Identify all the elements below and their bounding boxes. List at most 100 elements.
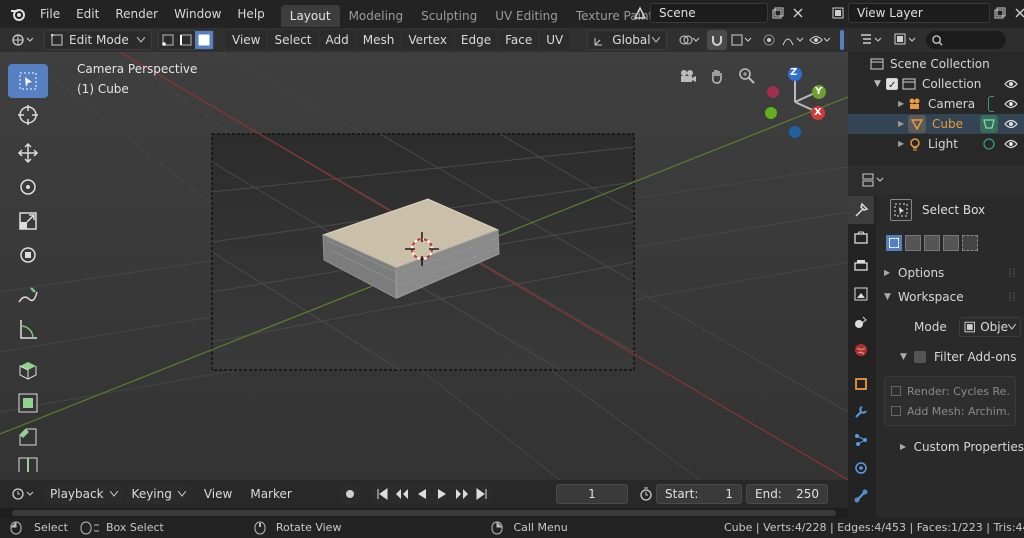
- move-tool[interactable]: [8, 136, 48, 170]
- camera-data-icon[interactable]: [988, 96, 994, 112]
- eye-icon[interactable]: [1004, 99, 1018, 109]
- neg-z-axis-handle[interactable]: [789, 126, 801, 138]
- remove-view-layer-icon[interactable]: [1010, 3, 1024, 23]
- tab-render[interactable]: [848, 224, 874, 252]
- tab-world[interactable]: [848, 336, 874, 364]
- tab-physics[interactable]: [848, 454, 874, 482]
- timeline-view-menu[interactable]: View: [198, 484, 238, 504]
- neg-x-axis-handle[interactable]: [767, 86, 779, 98]
- view-layer-field[interactable]: View Layer: [848, 3, 990, 23]
- properties-editor-icon[interactable]: [858, 170, 888, 190]
- keying-menu[interactable]: Keying: [125, 484, 192, 504]
- stopwatch-icon[interactable]: [636, 484, 656, 504]
- new-scene-icon[interactable]: [768, 3, 788, 23]
- pan-hand-icon[interactable]: [702, 66, 732, 86]
- zoom-icon[interactable]: [732, 66, 762, 86]
- new-view-layer-icon[interactable]: [990, 3, 1010, 23]
- view-layer-icon[interactable]: [828, 3, 848, 23]
- tab-object[interactable]: [848, 370, 874, 398]
- menu-face[interactable]: Face: [499, 30, 539, 50]
- menu-file[interactable]: File: [32, 0, 68, 28]
- play-reverse-icon[interactable]: [412, 484, 432, 504]
- extrude-tool[interactable]: [8, 352, 48, 386]
- mode-subtract-icon[interactable]: [924, 235, 940, 251]
- tab-view-layer[interactable]: [848, 280, 874, 308]
- menu-edit[interactable]: Edit: [68, 0, 107, 28]
- tab-uv-editing[interactable]: UV Editing: [486, 5, 567, 27]
- mesh-data-icon[interactable]: [980, 115, 998, 133]
- visibility-icon[interactable]: [806, 30, 834, 50]
- eye-icon[interactable]: [1004, 119, 1018, 129]
- light-data-icon[interactable]: [982, 137, 996, 151]
- scale-tool[interactable]: [8, 204, 48, 238]
- neg-y-axis-handle[interactable]: [765, 107, 777, 119]
- scene-name-field[interactable]: Scene: [650, 3, 768, 23]
- addon-checkbox[interactable]: [891, 386, 901, 396]
- drag-handle-icon[interactable]: ⁞⁞: [1008, 286, 1016, 308]
- eye-icon[interactable]: [1004, 139, 1018, 149]
- 3d-viewport[interactable]: [0, 52, 848, 480]
- tab-modeling[interactable]: Modeling: [340, 5, 413, 27]
- face-select-icon[interactable]: [195, 31, 213, 49]
- menu-select[interactable]: Select: [268, 30, 318, 50]
- tab-layout[interactable]: Layout: [280, 5, 340, 27]
- panel-filter-addons[interactable]: ▼ Filter Add-ons: [876, 346, 1024, 368]
- expand-arrow-icon[interactable]: ▼: [874, 74, 886, 94]
- end-frame-field[interactable]: End: 250: [746, 484, 828, 504]
- menu-edge[interactable]: Edge: [454, 30, 498, 50]
- menu-add[interactable]: Add: [319, 30, 355, 50]
- drag-handle-icon[interactable]: ⁞⁞: [1008, 262, 1016, 284]
- filter-addons-checkbox[interactable]: [914, 351, 926, 363]
- outliner-editor-icon[interactable]: [856, 30, 886, 50]
- timeline-editor-icon[interactable]: [8, 484, 38, 504]
- scene-icon[interactable]: [630, 3, 650, 23]
- timeline-marker-menu[interactable]: Marker: [244, 484, 297, 504]
- snap-target-icon[interactable]: [727, 30, 755, 50]
- select-box-tool[interactable]: [8, 64, 48, 98]
- addon-row[interactable]: Render: Cycles Re...: [891, 381, 1009, 401]
- jump-end-icon[interactable]: [472, 484, 492, 504]
- menu-vertex[interactable]: Vertex: [402, 30, 453, 50]
- workspace-mode-dropdown[interactable]: Obje: [958, 317, 1021, 337]
- jump-start-icon[interactable]: [372, 484, 392, 504]
- loop-cut-tool[interactable]: [8, 454, 48, 472]
- tab-scene[interactable]: [848, 308, 874, 336]
- rotate-tool[interactable]: [8, 170, 48, 204]
- tab-output[interactable]: [848, 252, 874, 280]
- menu-render[interactable]: Render: [107, 0, 166, 28]
- mode-set-icon[interactable]: [886, 235, 902, 251]
- outliner-row-light[interactable]: ▶ Light: [848, 134, 1024, 154]
- transform-orientation-dropdown[interactable]: Global: [587, 30, 668, 50]
- blender-logo-icon[interactable]: [8, 4, 28, 24]
- outliner-row-collection[interactable]: ▼ ✓ Collection: [848, 74, 1024, 94]
- tab-tool[interactable]: [848, 196, 874, 224]
- menu-view[interactable]: View: [226, 30, 267, 50]
- expand-arrow-icon[interactable]: ▶: [898, 134, 908, 154]
- pivot-point-icon[interactable]: [675, 30, 703, 50]
- outliner-row-camera[interactable]: ▶ Camera: [848, 94, 1024, 114]
- select-box-icon[interactable]: [890, 199, 912, 221]
- annotate-tool[interactable]: [8, 278, 48, 312]
- next-keyframe-icon[interactable]: [452, 484, 472, 504]
- outliner-row-scene-collection[interactable]: Scene Collection: [848, 54, 1024, 74]
- menu-help[interactable]: Help: [229, 0, 272, 28]
- checkbox-checked[interactable]: ✓: [886, 78, 898, 91]
- proportional-edit-icon[interactable]: [759, 30, 779, 50]
- edge-select-icon[interactable]: [177, 31, 195, 49]
- inset-tool[interactable]: [8, 386, 48, 420]
- panel-custom-properties[interactable]: ▶ Custom Properties: [876, 436, 1024, 458]
- panel-options[interactable]: ▶ Options ⁞⁞: [876, 262, 1024, 284]
- start-frame-field[interactable]: Start: 1: [656, 484, 742, 504]
- play-icon[interactable]: [432, 484, 452, 504]
- auto-keying-icon[interactable]: [340, 484, 360, 504]
- tab-particles[interactable]: [848, 426, 874, 454]
- timeline-scrub-area[interactable]: [0, 508, 848, 518]
- prev-keyframe-icon[interactable]: [392, 484, 412, 504]
- tab-constraints[interactable]: [848, 482, 874, 510]
- measure-tool[interactable]: [8, 312, 48, 346]
- mode-intersect-icon[interactable]: [962, 235, 978, 251]
- falloff-icon[interactable]: [779, 30, 807, 50]
- current-frame-field[interactable]: 1: [556, 484, 628, 504]
- timeline-scrollbar[interactable]: [12, 510, 836, 516]
- addon-row[interactable]: Add Mesh: Archim...: [891, 401, 1009, 421]
